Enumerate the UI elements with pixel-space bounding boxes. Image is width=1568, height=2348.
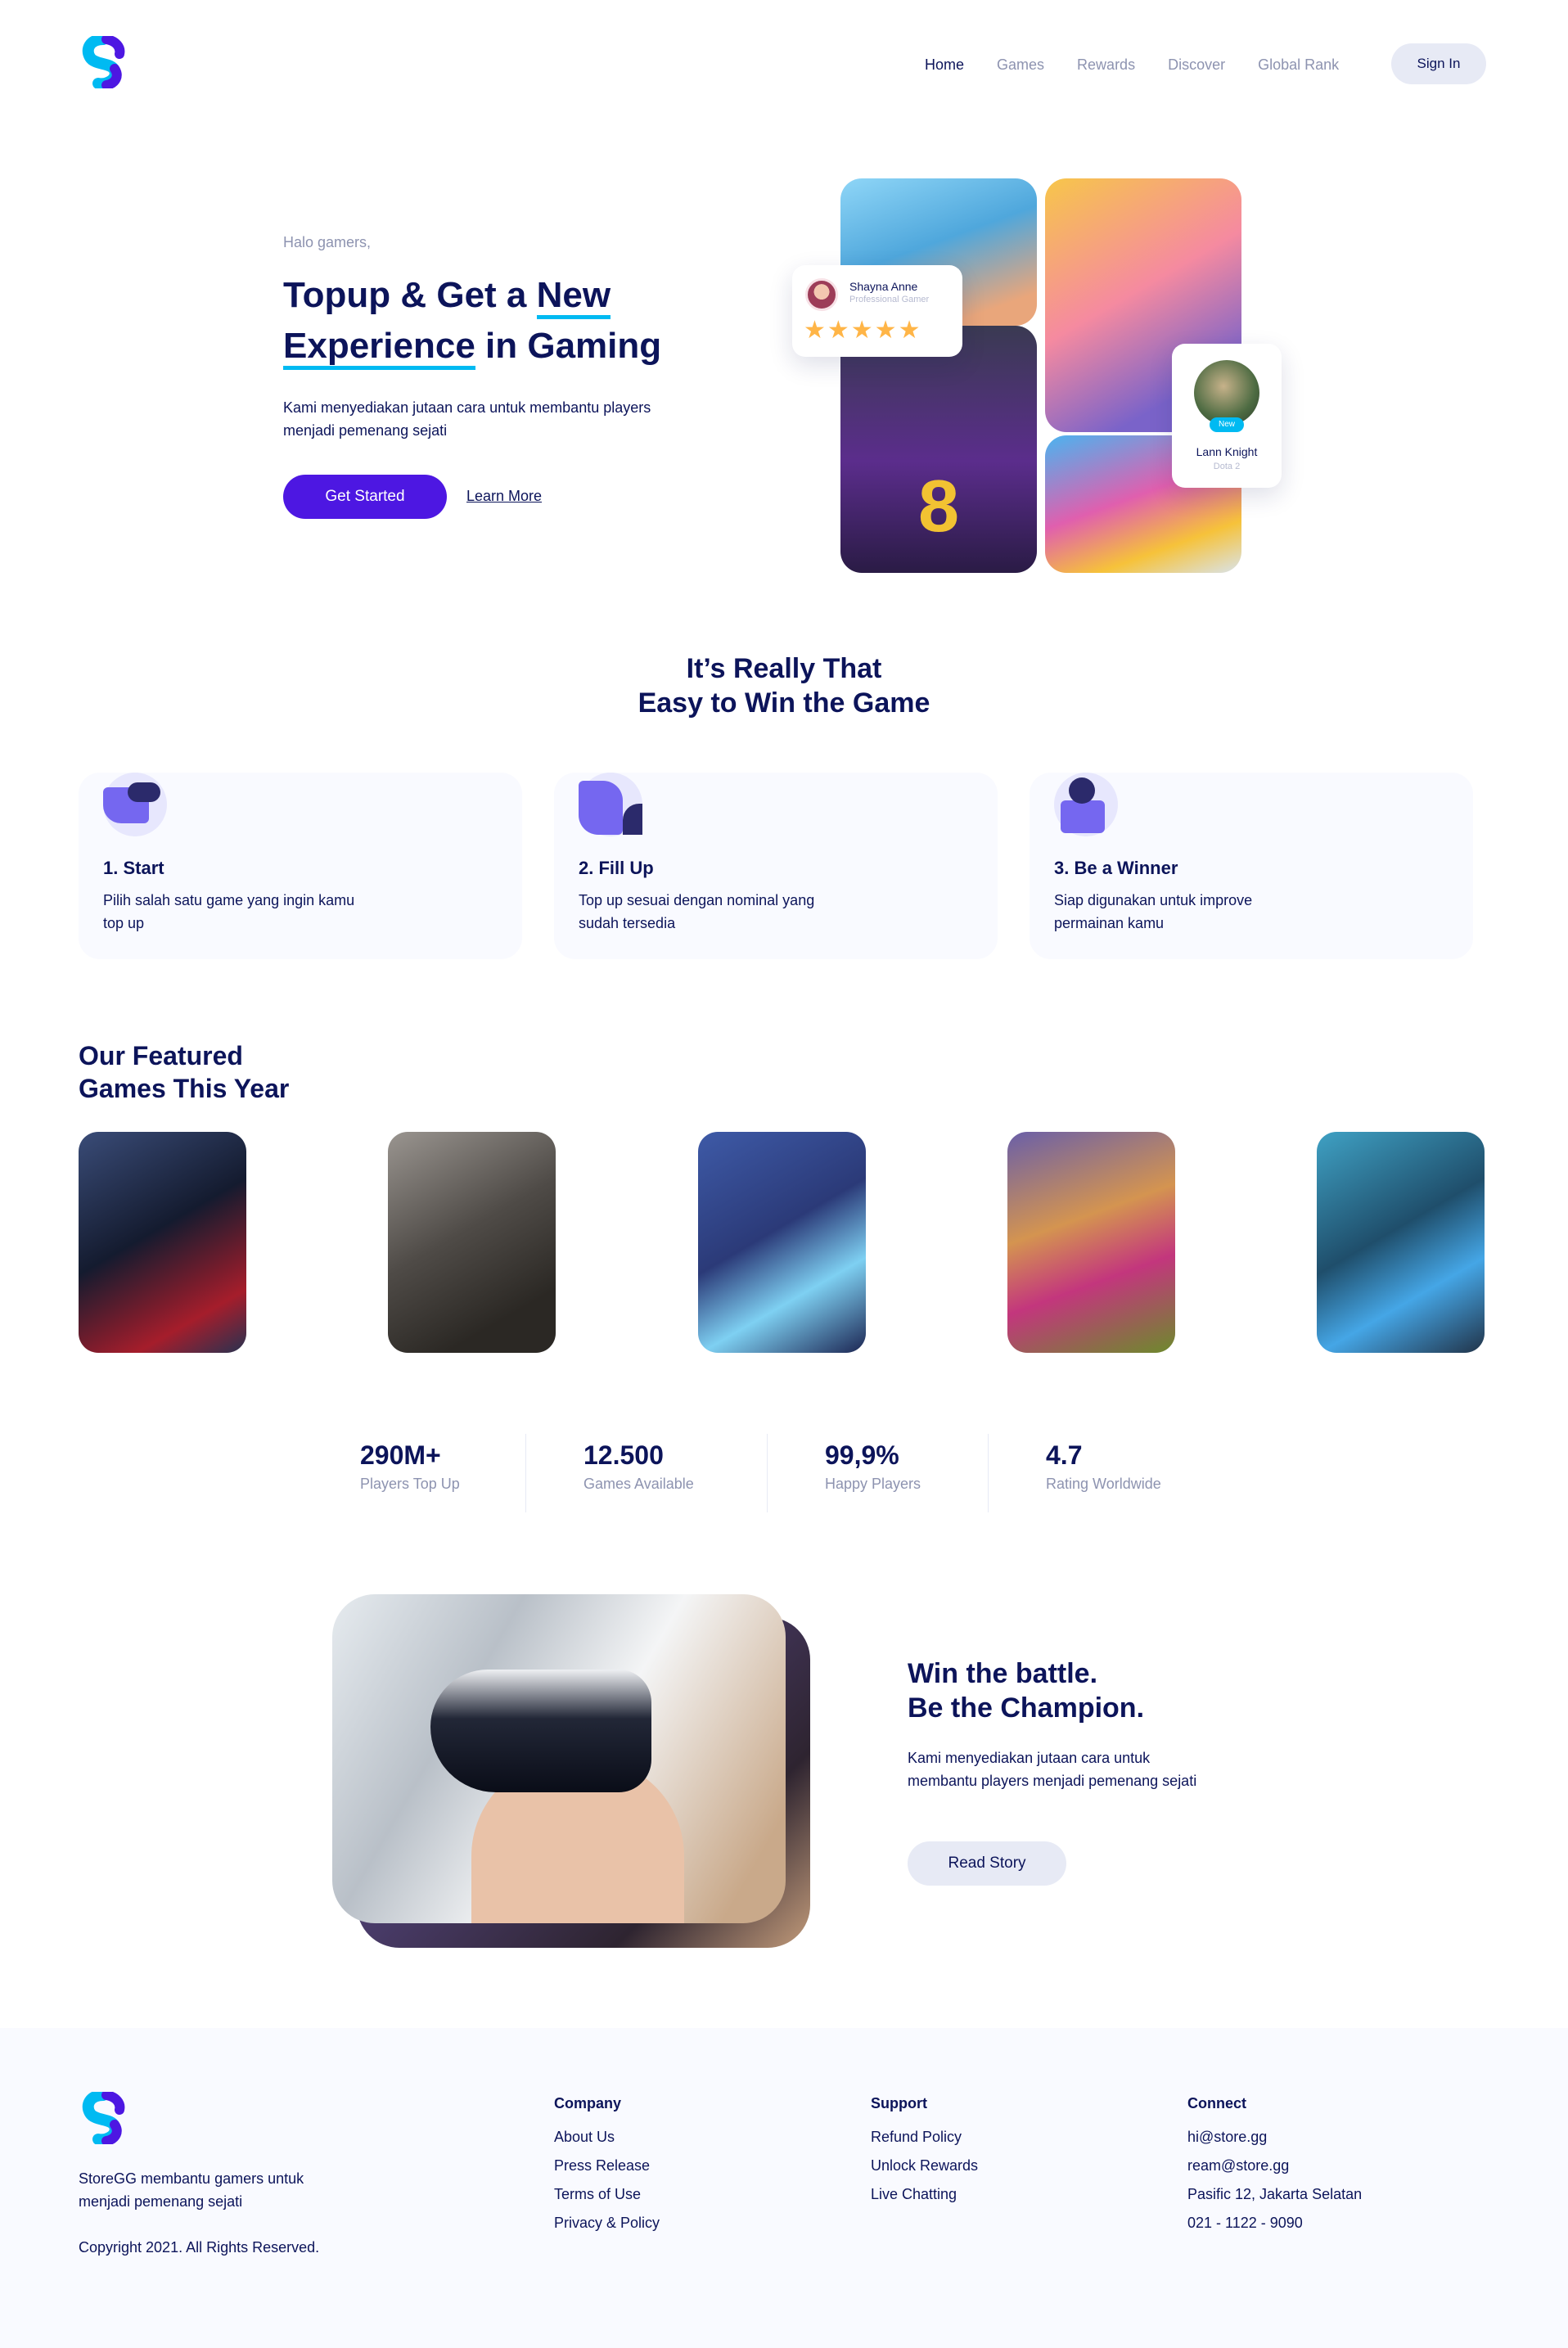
story-title: Win the battle. Be the Champion. <box>908 1656 1144 1725</box>
footer-email-team[interactable]: ream@store.gg <box>1187 2157 1362 2174</box>
footer-address: Pasific 12, Jakarta Selatan <box>1187 2186 1363 2202</box>
hero-title-part2: in Gaming <box>475 326 662 366</box>
gamer-card-lann: New Lann Knight Dota 2 <box>1172 344 1282 488</box>
stat-label: Players Top Up <box>360 1476 460 1492</box>
gamer-game: Dota 2 <box>1213 462 1241 471</box>
step-description: Top up sesuai dengan nominal yang sudah … <box>579 892 815 931</box>
stat-happy: 99,9% Happy Players <box>825 1440 921 1493</box>
gamer-role: Professional Gamer <box>849 295 930 304</box>
footer-heading: Support <box>871 2095 927 2111</box>
stat-rating: 4.7 Rating Worldwide <box>1046 1440 1161 1493</box>
footer-link-live-chatting[interactable]: Live Chatting <box>871 2186 978 2203</box>
stat-value: 4.7 <box>1046 1440 1083 1470</box>
vr-headset-graphic <box>430 1670 651 1792</box>
footer-about: StoreGG membantu gamers untuk menjadi pe… <box>79 2170 304 2210</box>
wallet-icon <box>579 773 642 836</box>
storegg-logo[interactable] <box>79 36 128 88</box>
stat-label: Rating Worldwide <box>1046 1476 1161 1492</box>
stat-label: Happy Players <box>825 1476 921 1492</box>
steps-title-line1: It’s Really That <box>686 653 882 684</box>
story-title-line2: Be the Champion. <box>908 1692 1145 1724</box>
footer-link-press-release[interactable]: Press Release <box>554 2157 660 2174</box>
new-badge: New <box>1210 417 1244 432</box>
step-description: Siap digunakan untuk improve permainan k… <box>1054 892 1253 931</box>
step-card-start: 1. Start Pilih salah satu game yang ingi… <box>79 773 522 959</box>
avatar <box>1194 360 1259 426</box>
hero-image-football: 8 <box>840 326 1037 573</box>
footer-link-about-us[interactable]: About Us <box>554 2129 660 2146</box>
step-description: Pilih salah satu game yang ingin kamu to… <box>103 892 355 931</box>
hero-greeting: Halo gamers, <box>283 234 372 250</box>
story-description: Kami menyediakan jutaan cara untuk memba… <box>908 1750 1197 1789</box>
trophy-star-icon <box>1054 773 1118 836</box>
nav-discover[interactable]: Discover <box>1168 56 1225 74</box>
featured-title: Our Featured Games This Year <box>79 1039 289 1105</box>
featured-game-mass-effect[interactable] <box>79 1132 246 1353</box>
stat-value: 99,9% <box>825 1440 899 1470</box>
step-card-winner: 3. Be a Winner Siap digunakan untuk impr… <box>1030 773 1473 959</box>
hero-title-experience: Experience <box>283 326 475 370</box>
featured-game-call-of-duty[interactable] <box>388 1132 556 1353</box>
step-card-fill-up: 2. Fill Up Top up sesuai dengan nominal … <box>554 773 998 959</box>
footer-link-privacy[interactable]: Privacy & Policy <box>554 2215 660 2232</box>
hero-title: Topup & Get a New Experience in Gaming <box>283 270 709 372</box>
step-title: 3. Be a Winner <box>1054 858 1178 878</box>
nav-global-rank[interactable]: Global Rank <box>1258 56 1339 74</box>
step-title: 2. Fill Up <box>579 858 654 878</box>
hero-title-part1: Topup & Get a <box>283 275 537 315</box>
main-nav: Home Games Rewards Discover Global Rank <box>925 44 1372 85</box>
featured-game-dota-hero[interactable] <box>1317 1132 1485 1353</box>
avatar <box>805 278 838 311</box>
nav-games[interactable]: Games <box>997 56 1044 74</box>
sign-in-button[interactable]: Sign In <box>1391 43 1486 84</box>
stat-value: 12.500 <box>583 1440 664 1470</box>
stat-divider <box>525 1434 526 1512</box>
read-story-button[interactable]: Read Story <box>908 1841 1066 1886</box>
footer-column-connect: Connect hi@store.gg ream@store.gg Pasifi… <box>1187 2095 1362 2243</box>
gamepad-icon <box>103 773 167 836</box>
jersey-number-graphic: 8 <box>918 466 960 548</box>
featured-title-line2: Games This Year <box>79 1074 290 1103</box>
hero-description: Kami menyediakan jutaan cara untuk memba… <box>283 399 651 439</box>
hero-title-new: New <box>536 275 611 319</box>
stat-value: 290M+ <box>360 1440 441 1470</box>
steps-title: It’s Really That Easy to Win the Game <box>0 651 1568 720</box>
learn-more-link[interactable]: Learn More <box>466 488 542 505</box>
stat-players: 290M+ Players Top Up <box>360 1440 460 1493</box>
featured-game-mobile-legends[interactable] <box>698 1132 866 1353</box>
get-started-button[interactable]: Get Started <box>283 475 447 519</box>
footer-heading: Company <box>554 2095 622 2111</box>
stat-divider <box>988 1434 989 1512</box>
footer-heading: Connect <box>1187 2095 1246 2111</box>
nav-home[interactable]: Home <box>925 56 964 74</box>
steps-title-line2: Easy to Win the Game <box>638 687 930 719</box>
featured-game-clash-of-clans[interactable] <box>1007 1132 1175 1353</box>
gamer-name: Shayna Anne <box>849 280 918 293</box>
story-image-vr-kid <box>332 1594 786 1923</box>
gamer-name: Lann Knight <box>1196 445 1258 458</box>
stat-games: 12.500 Games Available <box>583 1440 694 1493</box>
footer-phone[interactable]: 021 - 1122 - 9090 <box>1187 2215 1362 2232</box>
stat-label: Games Available <box>583 1476 694 1492</box>
gamer-card-shayna: Shayna Anne Professional Gamer ★★★★★ <box>792 265 962 357</box>
nav-rewards[interactable]: Rewards <box>1077 56 1135 74</box>
footer-email-hi[interactable]: hi@store.gg <box>1187 2129 1362 2146</box>
star-rating-icon: ★★★★★ <box>804 317 922 344</box>
footer-column-support: Support Refund Policy Unlock Rewards Liv… <box>871 2095 978 2215</box>
footer-copyright: Copyright 2021. All Rights Reserved. <box>79 2239 320 2256</box>
footer-link-terms[interactable]: Terms of Use <box>554 2186 660 2203</box>
storegg-logo[interactable] <box>79 2092 128 2144</box>
step-title: 1. Start <box>103 858 164 878</box>
featured-title-line1: Our Featured <box>79 1041 243 1070</box>
story-title-line1: Win the battle. <box>908 1658 1098 1689</box>
footer-link-unlock-rewards[interactable]: Unlock Rewards <box>871 2157 978 2174</box>
stat-divider <box>767 1434 768 1512</box>
footer-column-company: Company About Us Press Release Terms of … <box>554 2095 660 2243</box>
footer-link-refund[interactable]: Refund Policy <box>871 2129 978 2146</box>
